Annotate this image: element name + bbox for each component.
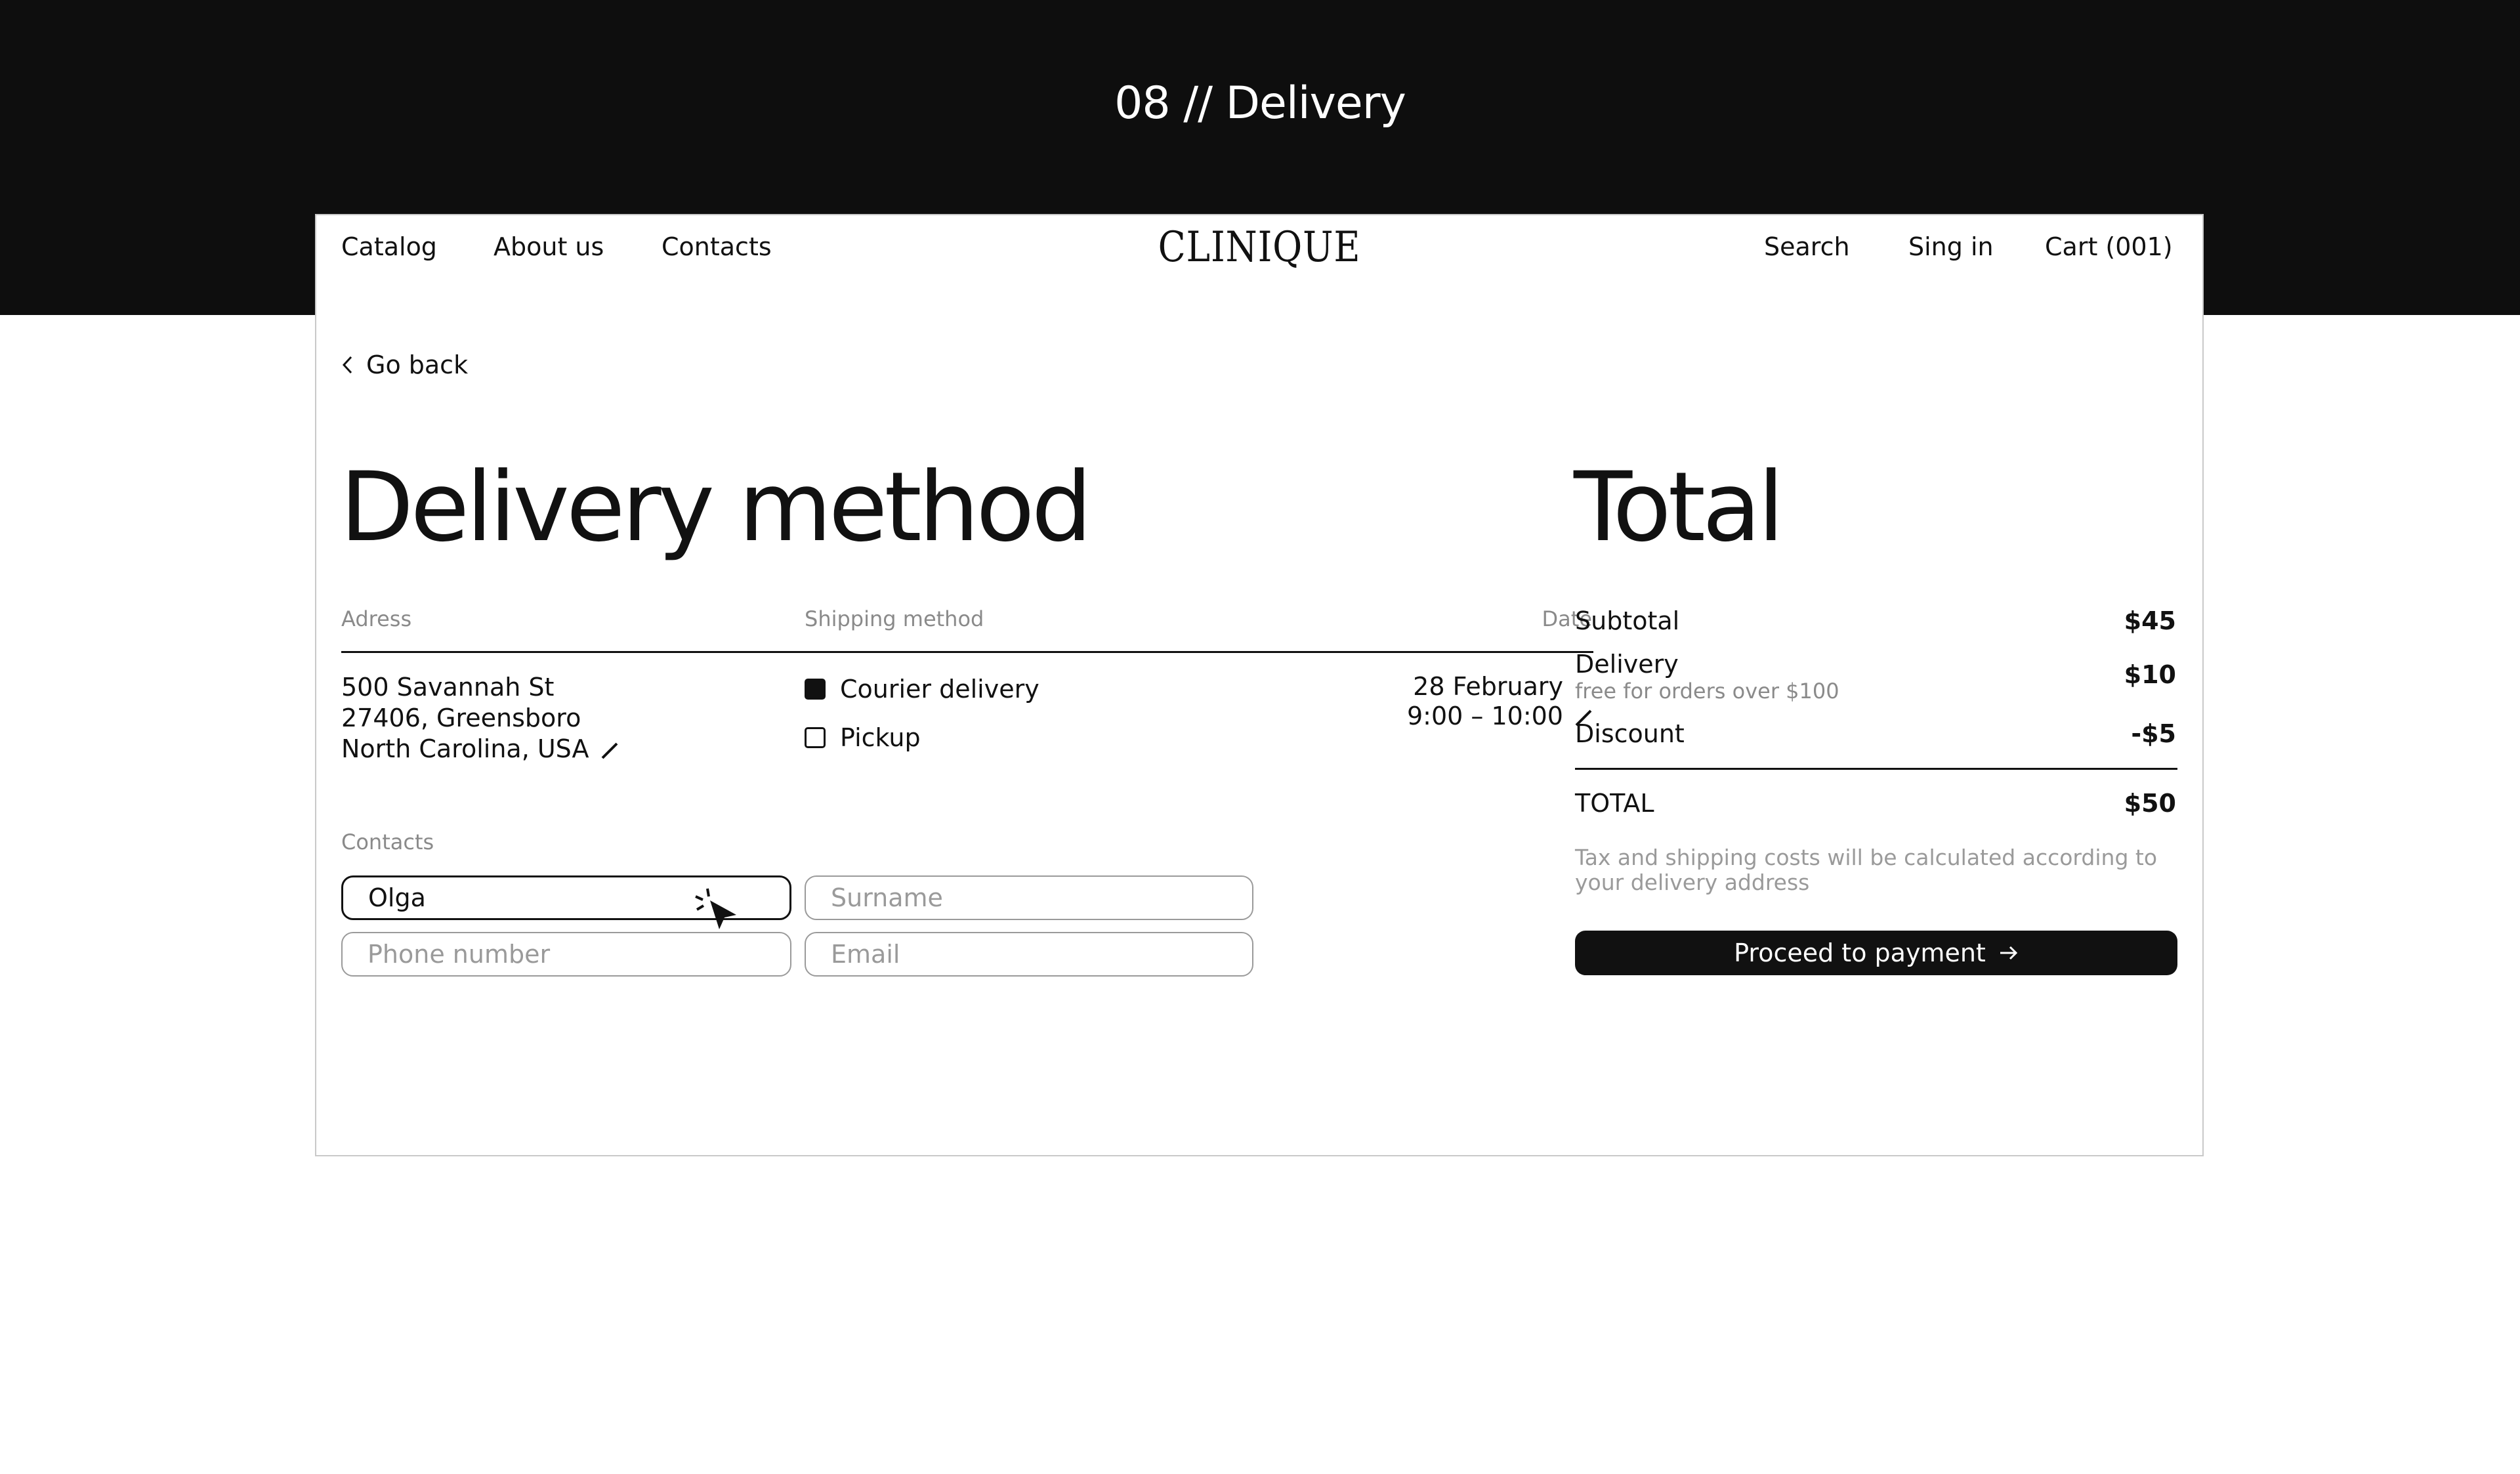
subtotal-value: $45 [2124, 606, 2176, 635]
delivery-divider [341, 651, 1593, 653]
date-time-text: 9:00 – 10:00 [1406, 702, 1563, 730]
nav-cart[interactable]: Cart (001) [2045, 232, 2173, 261]
shipping-option-label: Courier delivery [840, 675, 1040, 704]
delivery-label: Delivery [1575, 650, 1679, 679]
chevron-left-icon [342, 356, 352, 374]
delivery-heading: Delivery method [340, 452, 1092, 563]
surname-input[interactable]: Surname [805, 875, 1253, 920]
total-heading: Total [1574, 452, 1784, 563]
delivery-date: 28 February 9:00 – 10:00 [1169, 672, 1593, 731]
proceed-to-payment-button[interactable]: Proceed to payment [1575, 931, 2177, 975]
go-back-label: Go back [366, 350, 469, 379]
proceed-button-label: Proceed to payment [1734, 938, 1986, 967]
address-column-header: Adress [341, 606, 412, 631]
delivery-address: 500 Savannah St 27406, Greensboro North … [341, 672, 620, 765]
subtotal-label: Subtotal [1575, 606, 1680, 635]
checkbox-unchecked[interactable] [805, 727, 826, 748]
checkout-frame: Catalog About us Contacts CLINIQUE Searc… [315, 214, 2204, 1156]
go-back-link[interactable]: Go back [341, 350, 468, 379]
pencil-icon[interactable] [600, 741, 620, 761]
delivery-value: $10 [2124, 660, 2176, 689]
shipping-option-courier[interactable]: Courier delivery [805, 675, 1040, 704]
address-line: 500 Savannah St [341, 673, 555, 702]
shipping-option-pickup[interactable]: Pickup [805, 723, 921, 752]
total-value: $50 [2124, 789, 2176, 818]
arrow-right-icon [2000, 946, 2017, 960]
shipping-option-label: Pickup [840, 723, 921, 752]
contacts-label: Contacts [341, 830, 434, 854]
mouse-cursor-icon [695, 888, 736, 929]
address-line: 27406, Greensboro [341, 704, 581, 732]
date-day: 28 February [1413, 672, 1563, 701]
tax-note: Tax and shipping costs will be calculate… [1575, 845, 2158, 895]
date-time-slot: 9:00 – 10:00 [1169, 702, 1593, 731]
discount-label: Discount [1575, 719, 1685, 748]
slide-title: 08 // Delivery [1114, 77, 1406, 129]
checkbox-checked[interactable] [805, 679, 826, 700]
total-label: TOTAL [1575, 789, 1654, 818]
nav-sign-in[interactable]: Sing in [1908, 232, 1994, 261]
email-input[interactable]: Email [805, 932, 1253, 977]
nav-search[interactable]: Search [1764, 232, 1850, 261]
total-divider [1575, 768, 2177, 770]
nav-catalog[interactable]: Catalog [341, 232, 437, 261]
discount-value: -$5 [2131, 719, 2176, 748]
address-line: North Carolina, USA [341, 734, 620, 765]
phone-input[interactable]: Phone number [341, 932, 791, 977]
shipping-column-header: Shipping method [805, 606, 984, 631]
address-line-text: North Carolina, USA [341, 734, 589, 763]
delivery-note: free for orders over $100 [1575, 679, 1839, 704]
